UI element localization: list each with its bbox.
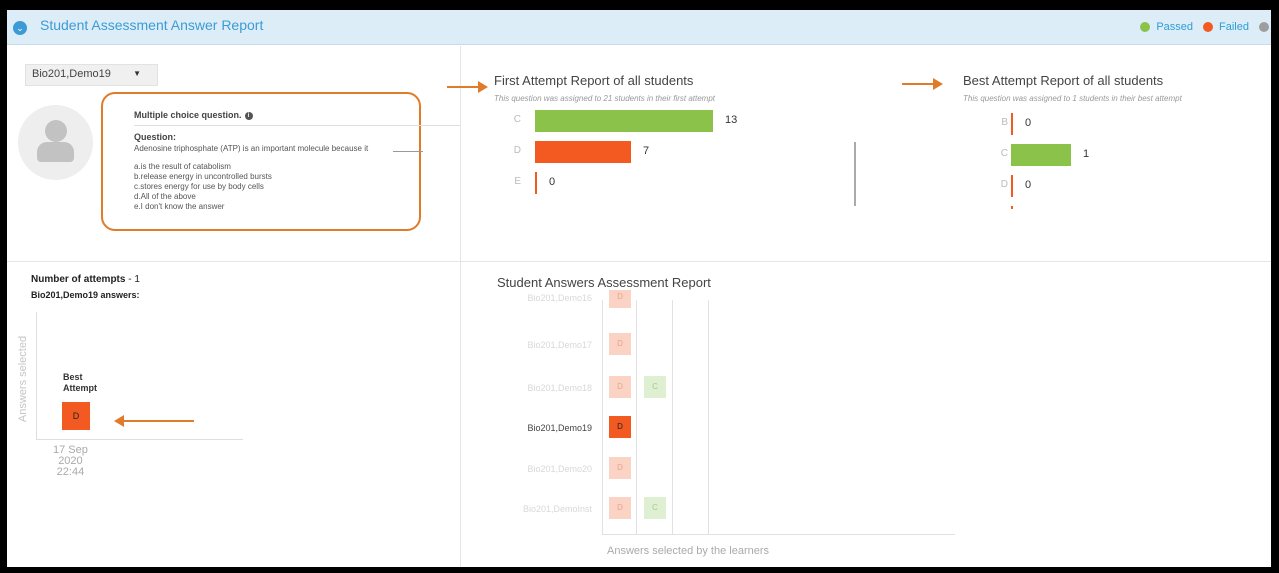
info-icon[interactable]: i: [244, 111, 253, 120]
student-answers-rows: Bio201,Demo16 D Bio201,Demo17 D Bio201,Demo1…: [7, 290, 1271, 530]
question-text: Adenosine triphosphate (ATP) is an impor…: [134, 144, 369, 153]
bar-value-label: 0: [1025, 117, 1032, 129]
arrow-right-icon: [902, 78, 943, 90]
failed-dot-icon: [1203, 22, 1214, 32]
bar[interactable]: [1011, 175, 1013, 197]
grid-baseline: [602, 534, 955, 535]
answer-cell[interactable]: D: [609, 333, 631, 355]
bar-category-label: D: [513, 145, 521, 156]
bar[interactable]: [535, 172, 537, 194]
report-title: Student Assessment Answer Report: [40, 17, 264, 33]
legend-failed-label: Failed: [1219, 21, 1249, 33]
student-answers-title: Student Answers Assessment Report: [497, 275, 711, 290]
bar[interactable]: [1011, 206, 1013, 209]
student-name-label: Bio201,Demo16: [527, 293, 592, 303]
answer-cell[interactable]: D: [609, 457, 631, 479]
bar-value-label: 0: [549, 176, 556, 188]
avatar-head: [45, 120, 67, 142]
question-type: Multiple choice question. i: [134, 110, 253, 120]
report-panel: ⌄ Student Assessment Answer Report Passe…: [7, 10, 1271, 567]
attempts-label: Number of attempts: [31, 274, 126, 285]
student-name-label: Bio201,Demo17: [527, 340, 592, 350]
question-type-text: Multiple choice question.: [134, 110, 242, 120]
arrow-right-icon: [447, 81, 488, 93]
bar-value-label: 7: [643, 145, 650, 157]
chevron-down-icon[interactable]: ⌄: [13, 21, 27, 35]
legend-other[interactable]: [1259, 22, 1271, 32]
question-separator: [134, 125, 461, 126]
answer-cell[interactable]: C: [644, 497, 666, 519]
best-attempt-chart: B0C1D0E0: [957, 105, 1257, 209]
passed-dot-icon: [1140, 22, 1151, 32]
bar-category-label: B: [1001, 117, 1008, 128]
answer-cell[interactable]: C: [644, 376, 666, 398]
caret-down-icon: ▼: [133, 69, 141, 78]
first-attempt-subtitle: This question was assigned to 21 student…: [494, 94, 716, 103]
first-attempt-title: First Attempt Report of all students: [494, 73, 694, 88]
avatar: [18, 105, 93, 180]
question-blank: [393, 151, 423, 152]
bar-category-label: C: [513, 114, 521, 125]
answer-cell[interactable]: D: [609, 376, 631, 398]
student-select[interactable]: Bio201,Demo19 ▼: [25, 64, 158, 86]
answer-cell[interactable]: D: [609, 290, 631, 308]
student-name-label: Bio201,DemoInst: [522, 504, 592, 514]
answer-cell[interactable]: D: [609, 497, 631, 519]
bar-value-label: 1: [1083, 148, 1090, 160]
option-d: d.All of the above: [134, 192, 196, 201]
legend: Passed Failed: [1140, 21, 1271, 33]
bar-value-label: 13: [725, 114, 738, 126]
legend-failed[interactable]: Failed: [1203, 21, 1249, 33]
student-answers-x-label: Answers selected by the learners: [607, 545, 770, 557]
attempts-count: Number of attempts - 1: [31, 274, 140, 285]
chart-scrollbar[interactable]: [854, 142, 856, 206]
bar[interactable]: [1011, 113, 1013, 135]
option-a: a.is the result of catabolism: [134, 162, 231, 171]
student-select-value: Bio201,Demo19: [32, 68, 111, 80]
other-dot-icon: [1259, 22, 1269, 32]
option-e: e.I don't know the answer: [134, 202, 225, 211]
bar[interactable]: [1011, 144, 1071, 166]
bar[interactable]: [535, 110, 713, 132]
question-options: a.is the result of catabolism b.release …: [134, 162, 272, 212]
best-attempt-title: Best Attempt Report of all students: [963, 73, 1164, 88]
best-attempt-subtitle: This question was assigned to 1 students…: [963, 94, 1182, 103]
option-c: c.stores energy for use by body cells: [134, 182, 264, 191]
bar-category-label: C: [1000, 148, 1008, 159]
bar-category-label: E: [514, 176, 521, 187]
student-name-label: Bio201,Demo19: [527, 423, 592, 433]
avatar-body: [37, 142, 74, 162]
option-b: b.release energy in uncontrolled bursts: [134, 172, 272, 181]
student-name-label: Bio201,Demo20: [527, 464, 592, 474]
legend-passed-label: Passed: [1156, 21, 1194, 33]
answer-cell[interactable]: D: [609, 416, 631, 438]
report-header: ⌄ Student Assessment Answer Report Passe…: [7, 10, 1271, 45]
legend-passed[interactable]: Passed: [1140, 21, 1193, 33]
attempts-value: - 1: [125, 274, 140, 285]
horizontal-divider: [7, 261, 1271, 262]
student-name-label: Bio201,Demo18: [527, 383, 592, 393]
bar-category-label: D: [1000, 179, 1008, 190]
bar[interactable]: [535, 141, 631, 163]
question-label: Question:: [134, 132, 176, 142]
bar-value-label: 0: [1025, 179, 1032, 191]
